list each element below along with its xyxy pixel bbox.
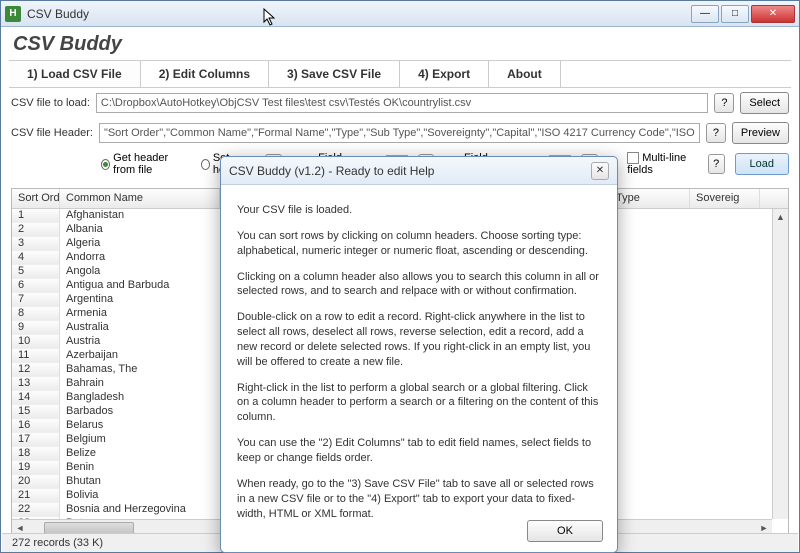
row-name: Bosnia and Herzegovina	[60, 503, 220, 517]
dialog-close-icon[interactable]: ✕	[591, 162, 609, 180]
row-number: 15	[12, 405, 60, 419]
row-number: 22	[12, 503, 60, 517]
file-help-button[interactable]: ?	[714, 93, 734, 113]
row-number: 7	[12, 293, 60, 307]
dialog-p6: You can use the "2) Edit Columns" tab to…	[237, 436, 601, 466]
scroll-thumb[interactable]	[44, 522, 134, 534]
row-number: 12	[12, 363, 60, 377]
row-number: 8	[12, 307, 60, 321]
row-name: Bahrain	[60, 377, 220, 391]
row-number: 11	[12, 349, 60, 363]
radio-get-header[interactable]: Get header from file	[101, 152, 191, 176]
header-label: CSV file Header:	[11, 127, 93, 139]
row-name: Antigua and Barbuda	[60, 279, 220, 293]
row-name: Bahamas, The	[60, 363, 220, 377]
tab-about[interactable]: About	[489, 61, 561, 87]
row-name: Benin	[60, 461, 220, 475]
row-number: 19	[12, 461, 60, 475]
row-number: 14	[12, 391, 60, 405]
help-dialog: CSV Buddy (v1.2) - Ready to edit Help ✕ …	[220, 156, 618, 553]
dialog-ok-button[interactable]: OK	[527, 520, 603, 542]
col-type[interactable]: Type	[610, 189, 690, 208]
row-name: Bhutan	[60, 475, 220, 489]
window-title: CSV Buddy	[27, 7, 691, 21]
app-icon: H	[5, 6, 21, 22]
vertical-scrollbar[interactable]: ▲	[772, 209, 788, 519]
dialog-body: Your CSV file is loaded. You can sort ro…	[221, 185, 617, 538]
dialog-p1: Your CSV file is loaded.	[237, 203, 601, 218]
dialog-p2: You can sort rows by clicking on column …	[237, 229, 601, 259]
dialog-p5: Right-click in the list to perform a glo…	[237, 381, 601, 426]
dialog-p4: Double-click on a row to edit a record. …	[237, 310, 601, 369]
row-number: 10	[12, 335, 60, 349]
row-number: 9	[12, 321, 60, 335]
row-name: Bangladesh	[60, 391, 220, 405]
row-name: Algeria	[60, 237, 220, 251]
header-input[interactable]	[99, 123, 700, 143]
tab-save[interactable]: 3) Save CSV File	[269, 61, 400, 87]
col-sovereig[interactable]: Sovereig	[690, 189, 760, 208]
tab-edit[interactable]: 2) Edit Columns	[141, 61, 269, 87]
row-name: Belize	[60, 447, 220, 461]
row-number: 1	[12, 209, 60, 223]
load-button[interactable]: Load	[735, 153, 789, 175]
row-number: 4	[12, 251, 60, 265]
app-title: CSV Buddy	[1, 27, 799, 60]
row-name: Barbados	[60, 405, 220, 419]
row-number: 5	[12, 265, 60, 279]
row-number: 21	[12, 489, 60, 503]
row-name: Angola	[60, 265, 220, 279]
titlebar[interactable]: H CSV Buddy — □ ✕	[1, 1, 799, 27]
row-number: 2	[12, 223, 60, 237]
select-button[interactable]: Select	[740, 92, 789, 114]
row-name: Argentina	[60, 293, 220, 307]
row-number: 13	[12, 377, 60, 391]
tab-load[interactable]: 1) Load CSV File	[9, 61, 141, 87]
file-label: CSV file to load:	[11, 97, 90, 109]
row-name: Azerbaijan	[60, 349, 220, 363]
close-button[interactable]: ✕	[751, 5, 795, 23]
row-name: Armenia	[60, 307, 220, 321]
maximize-button[interactable]: □	[721, 5, 749, 23]
header-help-button[interactable]: ?	[706, 123, 726, 143]
row-name: Albania	[60, 223, 220, 237]
tabs: 1) Load CSV File 2) Edit Columns 3) Save…	[9, 60, 791, 88]
row-name: Afghanistan	[60, 209, 220, 223]
multiline-help[interactable]: ?	[708, 154, 725, 174]
row-number: 16	[12, 419, 60, 433]
row-name: Bolivia	[60, 489, 220, 503]
dialog-p3: Clicking on a column header also allows …	[237, 270, 601, 300]
col-sort-order[interactable]: Sort Order	[12, 189, 60, 208]
col-common-name[interactable]: Common Name	[60, 189, 220, 208]
row-name: Andorra	[60, 251, 220, 265]
dialog-p7: When ready, go to the "3) Save CSV File"…	[237, 477, 601, 522]
row-number: 18	[12, 447, 60, 461]
scroll-up-icon[interactable]: ▲	[773, 209, 788, 225]
row-number: 17	[12, 433, 60, 447]
preview-button[interactable]: Preview	[732, 122, 789, 144]
dialog-title: CSV Buddy (v1.2) - Ready to edit Help	[229, 164, 434, 178]
dialog-titlebar[interactable]: CSV Buddy (v1.2) - Ready to edit Help ✕	[221, 157, 617, 185]
row-name: Belarus	[60, 419, 220, 433]
row-number: 6	[12, 279, 60, 293]
row-number: 20	[12, 475, 60, 489]
row-name: Austria	[60, 335, 220, 349]
file-input[interactable]	[96, 93, 709, 113]
row-number: 3	[12, 237, 60, 251]
row-name: Belgium	[60, 433, 220, 447]
tab-export[interactable]: 4) Export	[400, 61, 489, 87]
row-name: Australia	[60, 321, 220, 335]
multiline-check[interactable]: Multi-line fields	[627, 152, 698, 176]
minimize-button[interactable]: —	[691, 5, 719, 23]
